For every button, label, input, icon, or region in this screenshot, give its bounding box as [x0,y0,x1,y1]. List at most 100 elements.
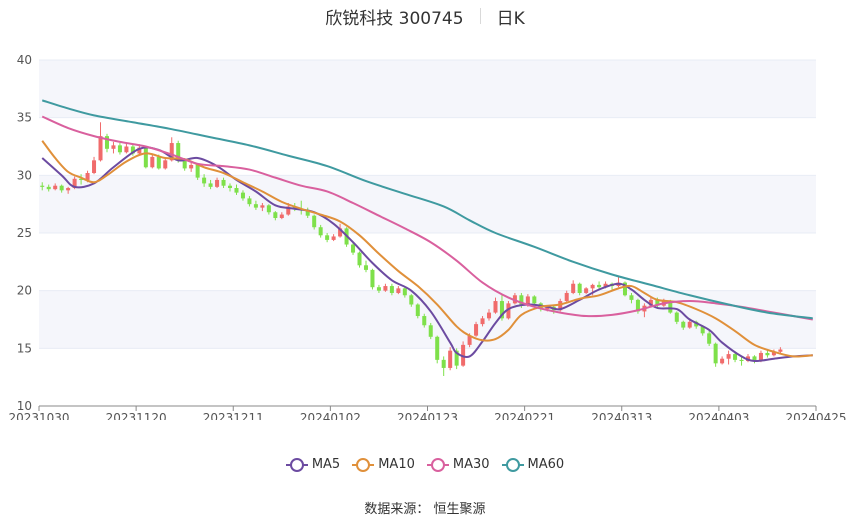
x-tick-label: 20240221 [494,411,555,420]
grid-band [39,60,816,118]
candle-body [713,343,718,364]
candle-body [215,179,220,187]
candle-body [571,283,576,293]
legend-swatch-ma5 [285,457,308,472]
candle-body [733,354,738,360]
candle-body [111,145,116,149]
candle-body [351,244,356,253]
candle-body [441,359,446,368]
y-tick-label: 30 [17,168,32,182]
candle-body [98,136,103,161]
candle-body [493,301,498,313]
candle-body [240,192,245,199]
candle-body [247,198,252,205]
candle-body [415,304,420,317]
candle-body [117,145,122,153]
candle-body [260,205,265,208]
candle-body [357,252,362,266]
candle-body [402,288,407,296]
data-source: 数据来源： 恒生聚源 [364,502,486,517]
x-tick-label: 20231211 [203,411,264,420]
candle-body [532,296,537,304]
candle-body [480,318,485,325]
candle-body [85,173,90,180]
candle-body [195,164,200,178]
candle-body [150,156,155,168]
candle-body [590,284,595,289]
candle-body [234,188,239,193]
candle-body [253,204,258,208]
x-tick-label: 20240403 [688,411,749,420]
candle-body [92,160,97,174]
candle-body [474,324,479,336]
y-tick-label: 15 [17,341,32,355]
candle-body [182,160,187,169]
y-tick-label: 25 [17,226,32,240]
candle-body [318,227,323,236]
legend-item-ma5[interactable]: MA5 [285,457,341,472]
grid-band [39,175,816,233]
y-tick-label: 35 [17,111,32,125]
legend-swatch-ma10 [352,457,375,472]
legend-swatch-ma30 [426,457,449,472]
grid-band [39,290,816,349]
candle-body [228,185,233,189]
legend: MA5 MA10 MA30 MA60 [0,457,850,472]
legend-item-ma30[interactable]: MA30 [426,457,490,472]
candlestick-chart: 1015202530354020231030 20231120 20231211 20… [8,53,846,420]
candle-body [376,287,381,291]
candle-body [577,283,582,293]
candle-body [46,186,51,190]
candle-body [312,215,317,228]
candle-body [279,214,284,219]
candle-body [40,185,45,187]
x-tick-label: 20231120 [106,411,167,420]
x-tick-label: 20240425 [785,411,846,420]
x-tick-label: 20240313 [591,411,652,420]
candle-body [428,325,433,337]
period-label: 日K [496,8,525,29]
candle-body [383,286,388,291]
candle-body [629,295,634,300]
candle-body [124,146,129,153]
candle-body [739,359,744,362]
legend-label-ma5: MA5 [311,457,341,472]
candle-body [707,333,712,344]
candle-body [370,269,375,288]
title-divider [479,8,481,24]
candle-body [778,349,783,352]
candle-body [409,295,414,305]
candle-body [687,321,692,328]
candle-body [720,358,725,364]
legend-label-ma60: MA60 [527,457,565,472]
candle-body [331,236,336,240]
legend-item-ma10[interactable]: MA10 [352,457,415,472]
legend-swatch-ma60 [501,457,524,472]
candle-body [681,321,686,328]
candle-body [422,316,427,326]
candle-body [208,183,213,187]
chart-title-row: 欣锐科技 300745 日K [0,5,850,29]
candle-body [674,312,679,322]
candle-body [266,205,271,213]
candle-body [143,147,148,168]
candle-body [564,292,569,302]
stock-title: 欣锐科技 300745 [325,8,464,29]
candle-body [363,265,368,270]
legend-label-ma30: MA30 [452,457,490,472]
candle-body [273,212,278,219]
candle-body [448,350,453,368]
candle-body [325,235,330,240]
candle-body [726,354,731,359]
legend-item-ma60[interactable]: MA60 [501,457,565,472]
candle-body [59,185,64,191]
legend-label-ma10: MA10 [378,457,415,472]
candle-body [389,286,394,293]
candle-body [66,188,71,191]
candle-body [765,352,770,356]
candle-body [221,179,226,186]
x-tick-label: 20240123 [397,411,458,420]
candle-body [156,156,161,169]
candle-body [396,288,401,293]
candle-body [163,160,168,169]
